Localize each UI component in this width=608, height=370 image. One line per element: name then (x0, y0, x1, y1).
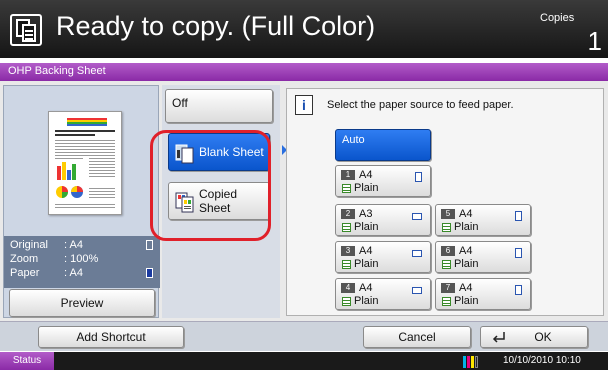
zoom-label: Zoom (10, 253, 39, 265)
highlight-ring (150, 130, 271, 241)
tray-3-button[interactable]: 3 A4 Plain (335, 241, 431, 273)
landscape-paper-icon (412, 250, 422, 257)
tray-type: Plain (454, 221, 479, 233)
portrait-orientation-icon (146, 240, 153, 250)
tray-7-button[interactable]: 7 A4 Plain (435, 278, 531, 310)
paper-label: Paper (10, 267, 40, 279)
original-label: Original (10, 239, 48, 251)
date-time: 10/10/2010 10:10 (503, 355, 581, 366)
header-bar: Ready to copy. (Full Color) Copies 1 (0, 0, 608, 58)
tray-number: 5 (441, 209, 455, 219)
tray-number: 2 (341, 209, 355, 219)
tray-type: Plain (454, 258, 479, 270)
tray-1-button[interactable]: 1 A4 Plain (335, 165, 431, 197)
portrait-paper-icon (515, 248, 522, 258)
paper-type-icon (342, 184, 351, 193)
tray-2-button[interactable]: 2 A3 Plain (335, 204, 431, 236)
enter-icon (492, 332, 505, 343)
landscape-paper-icon (412, 287, 422, 294)
tray-size: A4 (359, 282, 373, 294)
paper-type-icon (442, 297, 451, 306)
status-button[interactable]: Status (0, 352, 54, 370)
portrait-paper-icon (415, 172, 422, 182)
paper-type-icon (442, 260, 451, 269)
toner-level-icon (463, 355, 481, 368)
copies-label: Copies (540, 12, 575, 24)
landscape-paper-icon (412, 213, 422, 220)
zoom-value: : 100% (64, 253, 99, 265)
paper-type-icon (342, 223, 351, 232)
function-title: OHP Backing Sheet (0, 63, 608, 81)
off-label: Off (172, 96, 188, 110)
tray-type: Plain (354, 221, 379, 233)
paper-type-icon (342, 297, 351, 306)
copies-count: 1 (587, 26, 602, 56)
tray-type: Plain (354, 295, 379, 307)
preview-panel: Original : A4 Zoom : 100% Paper : A4 Pre… (3, 85, 160, 318)
tray-5-button[interactable]: 5 A4 Plain (435, 204, 531, 236)
portrait-paper-icon (515, 211, 522, 221)
tray-6-button[interactable]: 6 A4 Plain (435, 241, 531, 273)
tray-size: A4 (459, 245, 473, 257)
off-button[interactable]: Off (165, 89, 273, 123)
ok-label: OK (534, 330, 552, 344)
tray-4-button[interactable]: 4 A4 Plain (335, 278, 431, 310)
tray-number: 1 (341, 170, 355, 180)
preview-info: Original : A4 Zoom : 100% Paper : A4 (4, 236, 160, 288)
tray-size: A4 (459, 282, 473, 294)
tray-number: 6 (441, 246, 455, 256)
status-message: Ready to copy. (Full Color) (56, 11, 376, 41)
tray-size: A4 (459, 208, 473, 220)
tray-number: 4 (341, 283, 355, 293)
tray-size: A4 (359, 245, 373, 257)
footer-bar: Add Shortcut Cancel OK (0, 321, 608, 351)
cancel-button[interactable]: Cancel (363, 326, 471, 348)
tray-number: 3 (341, 246, 355, 256)
auto-label: Auto (342, 134, 365, 146)
tray-type: Plain (354, 258, 379, 270)
original-value: : A4 (64, 239, 83, 251)
add-shortcut-button[interactable]: Add Shortcut (38, 326, 184, 348)
paper-type-icon (442, 223, 451, 232)
paper-orientation-icon (146, 268, 153, 278)
paper-type-icon (342, 260, 351, 269)
tray-type: Plain (354, 182, 379, 194)
info-icon: i (295, 95, 313, 115)
paper-source-message: Select the paper source to feed paper. (327, 99, 514, 111)
tray-type: Plain (454, 295, 479, 307)
paper-value: : A4 (64, 267, 83, 279)
portrait-paper-icon (515, 285, 522, 295)
auto-paper-button[interactable]: Auto (335, 129, 431, 161)
ok-button[interactable]: OK (480, 326, 588, 348)
tray-number: 7 (441, 283, 455, 293)
preview-thumbnail (48, 111, 122, 215)
paper-source-panel: i Select the paper source to feed paper.… (286, 88, 604, 316)
copy-mode-icon (10, 14, 42, 46)
preview-button[interactable]: Preview (9, 289, 155, 317)
tray-size: A4 (359, 169, 373, 181)
status-bar: Status 10/10/2010 10:10 (0, 352, 608, 370)
tray-size: A3 (359, 208, 373, 220)
